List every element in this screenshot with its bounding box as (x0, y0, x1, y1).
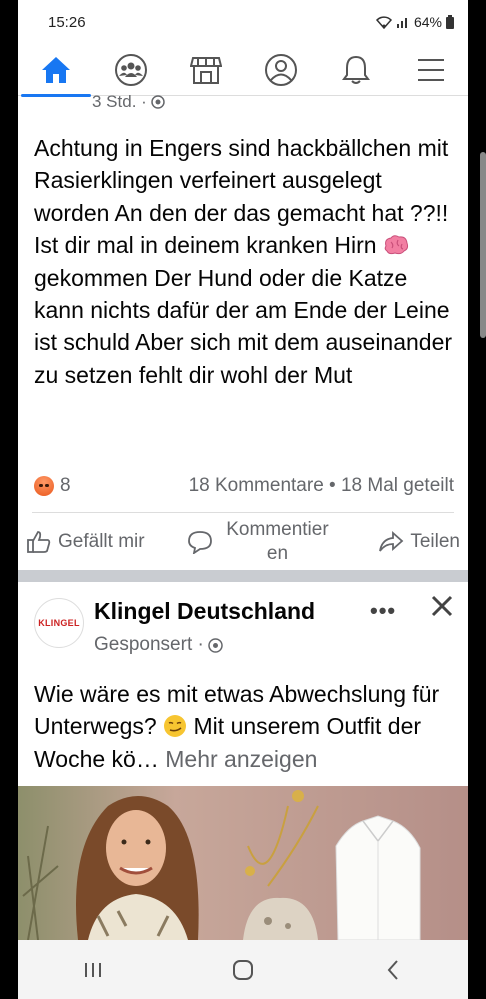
facebook-app-screen: 15:26 64% 3 Std. · Achtung in Engers sin… (18, 0, 468, 999)
smirk-emoji-icon (164, 715, 187, 738)
ad-body: Wie wäre es mit etwas Abwechslung für Un… (34, 678, 462, 775)
comment-share-counts[interactable]: 18 Kommentare • 18 Mal geteilt (189, 475, 454, 497)
sponsored-label: Gesponsert · (94, 634, 223, 656)
share-label: Teilen (410, 531, 460, 552)
globe-icon (151, 95, 165, 109)
post-text-part2: gekommen Der Hund oder die Katze kann ni… (34, 264, 453, 388)
scrollbar-thumb[interactable] (480, 152, 486, 338)
nav-notifications[interactable] (331, 47, 381, 93)
status-time: 15:26 (48, 13, 86, 31)
divider (32, 512, 454, 513)
page-name[interactable]: Klingel Deutschland (94, 598, 315, 625)
nav-menu[interactable] (406, 47, 456, 93)
close-icon[interactable] (428, 592, 456, 620)
home-circle-icon (233, 959, 253, 980)
thumbs-up-icon (27, 531, 51, 553)
home-button[interactable] (223, 950, 263, 990)
groups-icon (114, 53, 147, 86)
battery-icon (446, 15, 454, 29)
back-button[interactable] (373, 950, 413, 990)
menu-icon (417, 58, 444, 81)
post-time: 3 Std. · (92, 92, 147, 111)
sponsored-text: Gesponsert · (94, 634, 204, 655)
nav-profile[interactable] (256, 47, 306, 93)
top-navigation-bar (18, 44, 468, 97)
ad-photo (18, 786, 468, 940)
share-button[interactable]: Teilen (378, 530, 460, 554)
comment-label-line1: Kommentier (226, 519, 329, 540)
avatar-logo-text: KLINGEL (38, 618, 80, 628)
angry-reaction-icon (34, 476, 54, 496)
reactions-summary[interactable]: 8 (34, 475, 71, 497)
comment-button[interactable]: Kommentier en (187, 518, 335, 566)
recent-apps-button[interactable] (73, 950, 113, 990)
see-more-link[interactable]: Mehr anzeigen (165, 746, 317, 772)
marketplace-icon (189, 56, 222, 84)
comment-label-line2: en (266, 543, 289, 564)
android-navigation-bar (18, 940, 468, 999)
comment-label: Kommentier en (219, 518, 335, 566)
share-count: 18 Mal geteilt (340, 475, 454, 496)
wifi-icon (375, 15, 392, 29)
like-button[interactable]: Gefällt mir (26, 529, 145, 555)
stats-separator: • (323, 475, 341, 496)
signal-icon (396, 18, 407, 28)
comment-icon (188, 531, 213, 554)
bell-icon (341, 55, 370, 84)
post-timestamp[interactable]: 3 Std. · (92, 92, 165, 112)
profile-icon (264, 53, 297, 86)
status-bar: 15:26 64% (18, 0, 468, 44)
page-avatar[interactable]: KLINGEL (34, 598, 84, 648)
recent-apps-icon (85, 962, 101, 977)
post-actions: Gefällt mir Kommentier en Teilen (26, 516, 460, 568)
nav-marketplace[interactable] (181, 47, 231, 93)
comment-count: 18 Kommentare (188, 475, 324, 496)
brain-emoji-icon (384, 235, 409, 255)
feed-separator (18, 570, 468, 582)
more-options-icon[interactable]: ••• (370, 598, 396, 624)
home-icon (41, 56, 70, 83)
post-stats: 8 18 Kommentare • 18 Mal geteilt (34, 472, 454, 500)
like-label: Gefällt mir (58, 531, 145, 552)
reaction-count: 8 (60, 475, 71, 496)
battery-percentage: 64% (413, 14, 442, 30)
globe-icon (208, 637, 223, 653)
nav-home[interactable] (20, 47, 91, 97)
post-body: Achtung in Engers sind hackbällchen mit … (34, 132, 462, 391)
status-icons: 64% (375, 14, 454, 30)
share-icon (379, 530, 404, 552)
back-chevron-icon (387, 959, 398, 980)
ad-image[interactable] (18, 786, 468, 940)
nav-groups[interactable] (106, 47, 156, 93)
